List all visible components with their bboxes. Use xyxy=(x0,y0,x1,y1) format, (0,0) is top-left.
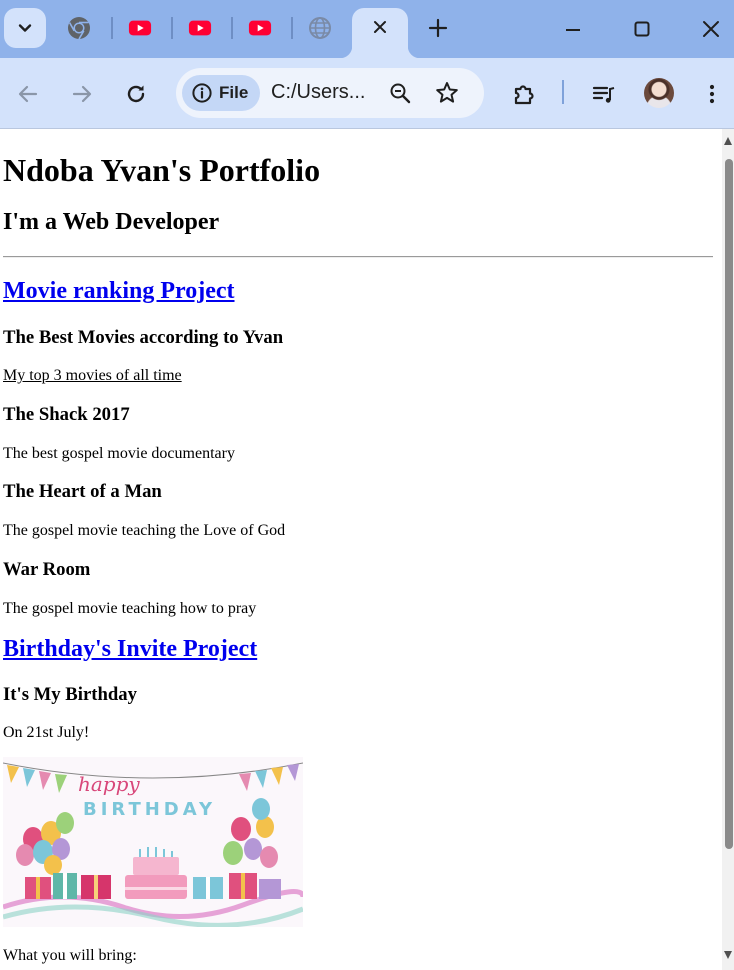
tab-chrome[interactable] xyxy=(67,16,91,40)
puzzle-icon xyxy=(514,85,534,105)
minimize-icon xyxy=(566,29,580,31)
tab-active-favicon xyxy=(308,16,332,40)
movie-title-3: War Room xyxy=(3,559,91,580)
youtube-icon xyxy=(248,20,272,36)
tab-search-button[interactable] xyxy=(4,8,46,48)
tab-separator xyxy=(231,17,233,39)
address-bar[interactable]: File C:/Users... xyxy=(176,68,484,118)
close-window-button[interactable] xyxy=(698,16,724,42)
browser-toolbar: File C:/Users... xyxy=(0,58,734,129)
movie-subheading: My top 3 movies of all time xyxy=(3,367,182,384)
birthday-image-text: happy xyxy=(78,772,140,796)
menu-button[interactable] xyxy=(698,80,726,108)
birthday-bring: What you will bring: xyxy=(3,947,137,964)
tab-youtube-1[interactable] xyxy=(128,16,152,40)
movie-desc-1: The best gospel movie documentary xyxy=(3,445,235,462)
tab-separator xyxy=(291,17,293,39)
movie-heading: The Best Movies according to Yvan xyxy=(3,327,284,348)
extensions-button[interactable] xyxy=(510,80,538,108)
tab-youtube-3[interactable] xyxy=(248,16,272,40)
forward-button[interactable] xyxy=(68,80,96,108)
back-button[interactable] xyxy=(14,80,42,108)
site-info-label: File xyxy=(219,83,249,102)
bookmark-button[interactable] xyxy=(434,80,460,106)
plus-icon xyxy=(428,18,448,38)
minimize-button[interactable] xyxy=(560,16,586,42)
playlist-music-icon xyxy=(592,86,615,103)
chrome-icon xyxy=(68,17,90,40)
scroll-up-arrow[interactable] xyxy=(724,137,732,145)
movie-project-link[interactable]: Movie ranking Project xyxy=(3,278,235,305)
zoom-out-icon xyxy=(390,83,411,104)
tab-close-button[interactable] xyxy=(370,17,390,37)
divider xyxy=(3,256,713,258)
movie-title-2: The Heart of a Man xyxy=(3,481,162,502)
new-tab-button[interactable] xyxy=(426,16,450,40)
url-text[interactable]: C:/Users... xyxy=(271,81,365,104)
movie-title-1: The Shack 2017 xyxy=(3,404,130,425)
svg-text:BIRTHDAY: BIRTHDAY xyxy=(83,799,216,820)
birthday-date: On 21st July! xyxy=(3,724,90,741)
page-scrollbar[interactable] xyxy=(722,129,734,970)
tab-active[interactable] xyxy=(340,8,420,58)
zoom-button[interactable] xyxy=(388,81,412,105)
close-icon xyxy=(703,21,719,37)
youtube-icon xyxy=(188,20,212,36)
chevron-down-icon xyxy=(18,24,32,32)
toolbar-divider xyxy=(562,80,564,104)
birthday-project-link[interactable]: Birthday's Invite Project xyxy=(3,636,257,663)
reload-button[interactable] xyxy=(122,80,150,108)
scroll-thumb[interactable] xyxy=(725,159,733,849)
site-info-chip[interactable]: File xyxy=(182,75,260,111)
maximize-icon xyxy=(634,21,650,37)
close-icon xyxy=(374,21,386,33)
youtube-icon xyxy=(128,20,152,36)
profile-avatar[interactable] xyxy=(644,78,674,108)
arrow-left-icon xyxy=(18,85,38,103)
reload-icon xyxy=(127,85,145,103)
arrow-right-icon xyxy=(72,85,92,103)
star-icon xyxy=(436,82,458,103)
info-icon xyxy=(192,83,212,103)
page-title: Ndoba Yvan's Portfolio xyxy=(3,152,321,188)
tab-separator xyxy=(171,17,173,39)
maximize-button[interactable] xyxy=(629,16,655,42)
page-content: Ndoba Yvan's Portfolio I'm a Web Develop… xyxy=(0,129,722,970)
birthday-heading: It's My Birthday xyxy=(3,684,137,705)
movie-desc-3: The gospel movie teaching how to pray xyxy=(3,600,257,617)
birthday-image: happy BIRTHDAY xyxy=(3,757,303,927)
tab-youtube-2[interactable] xyxy=(188,16,212,40)
tab-strip xyxy=(0,0,734,58)
scroll-down-arrow[interactable] xyxy=(724,951,732,959)
movie-desc-2: The gospel movie teaching the Love of Go… xyxy=(3,522,286,539)
page-subtitle: I'm a Web Developer xyxy=(3,209,220,235)
globe-icon xyxy=(309,17,331,39)
more-vert-icon xyxy=(709,84,715,104)
media-control-button[interactable] xyxy=(590,80,618,108)
tab-separator xyxy=(111,17,113,39)
